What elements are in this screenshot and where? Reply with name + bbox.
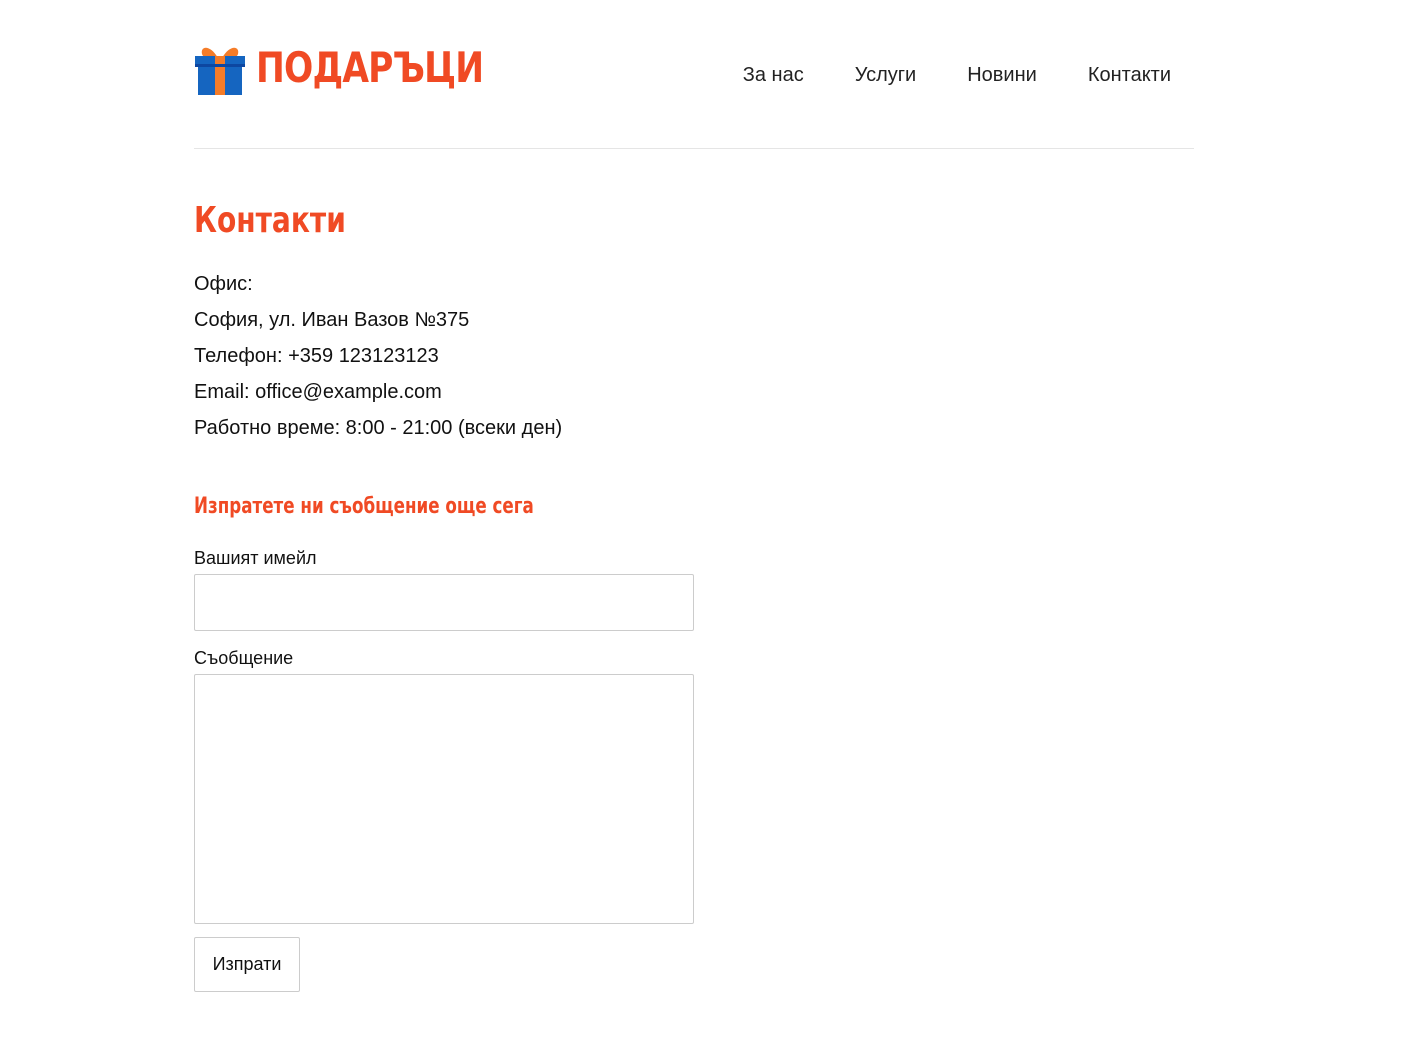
contact-phone: Телефон: +359 123123123 xyxy=(194,345,439,367)
message-label: Съобщение xyxy=(194,648,294,668)
contact-info: Офис: София, ул. Иван Вазов №375 Телефон… xyxy=(194,266,562,446)
nav-item-contacts[interactable]: Контакти xyxy=(1088,62,1171,88)
nav-item-news[interactable]: Новини xyxy=(967,62,1037,88)
site-header: ПОДАРЪЦИ За нас Услуги Новини Контакти xyxy=(194,0,1194,149)
form-title: Изпратете ни съобщение още сега xyxy=(194,494,534,519)
nav-item-about[interactable]: За нас xyxy=(743,62,804,88)
gift-icon xyxy=(195,47,245,95)
page-title: Контакти xyxy=(194,200,346,241)
message-textarea[interactable] xyxy=(194,674,694,924)
nav-item-services[interactable]: Услуги xyxy=(855,62,917,88)
site-logo[interactable]: ПОДАРЪЦИ xyxy=(194,40,533,96)
logo-text: ПОДАРЪЦИ xyxy=(256,43,484,92)
main-nav: За нас Услуги Новини Контакти xyxy=(743,62,1171,88)
contact-office-label: Офис: xyxy=(194,273,253,295)
contact-hours: Работно време: 8:00 - 21:00 (всеки ден) xyxy=(194,417,563,439)
page-container: ПОДАРЪЦИ За нас Услуги Новини Контакти К… xyxy=(194,0,1194,992)
contact-email: Email: office@example.com xyxy=(194,381,442,403)
email-label: Вашият имейл xyxy=(194,548,317,568)
submit-button[interactable]: Изпрати xyxy=(194,937,300,992)
email-field[interactable] xyxy=(194,574,694,631)
contact-address: София, ул. Иван Вазов №375 xyxy=(194,309,470,331)
